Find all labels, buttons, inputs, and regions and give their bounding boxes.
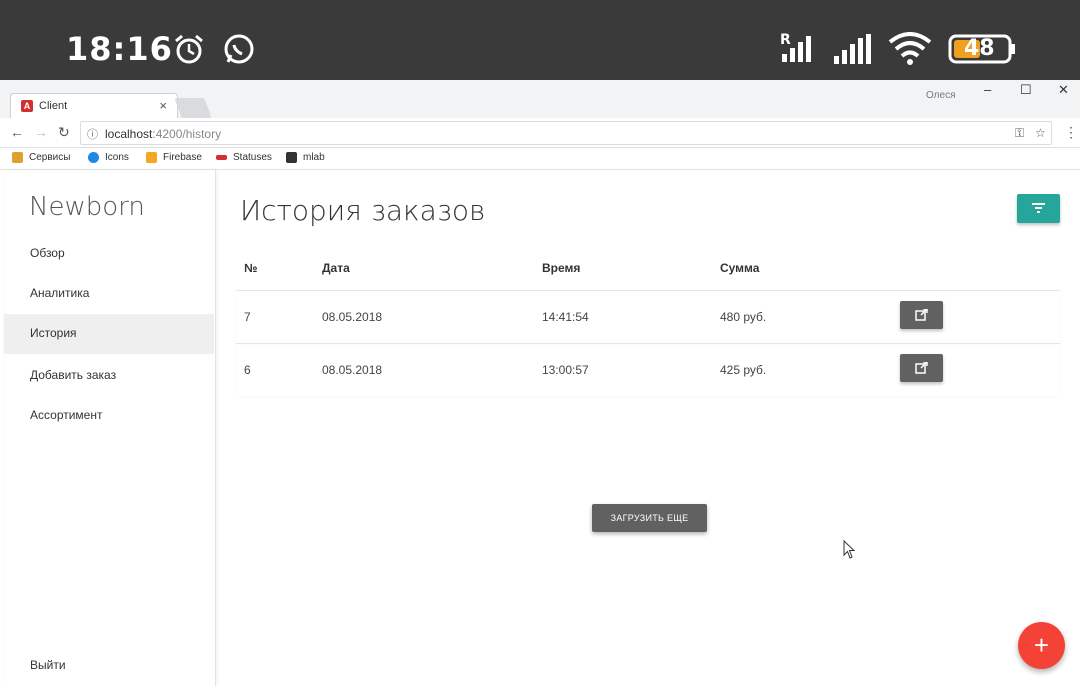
angular-icon: A [21,100,33,112]
tab-title: Client [39,100,68,112]
key-icon[interactable]: ⚿ [1015,126,1024,141]
bookmark-label: Statuses [233,152,272,163]
order-date: 08.05.2018 [314,289,534,343]
add-order-fab[interactable]: + [1018,622,1065,669]
star-icon[interactable]: ☆ [1035,126,1046,140]
sidebar-item-assortment[interactable]: Ассортимент [4,396,214,436]
order-number: 7 [236,289,314,343]
circle-icon [88,152,99,163]
order-time: 14:41:54 [534,289,712,343]
app-root: Newborn Обзор Аналитика История Добавить… [0,170,1080,686]
tab-strip: A Client × Олеся – ☐ ✕ [0,80,1080,119]
order-number: 6 [236,342,314,396]
filter-button[interactable] [1017,194,1060,223]
reload-icon[interactable]: ↻ [58,124,70,141]
brand-logo: Newborn [29,192,145,222]
table-row: 7 08.05.2018 14:41:54 480 руб. [236,289,1060,343]
orders-table: № Дата Время Сумма 7 08.05.2018 14:41:54… [236,246,1060,396]
bookmark-services[interactable]: Сервисы [12,152,70,163]
http-icon [216,155,227,160]
main-content: История заказов № Дата Время Сумма 7 08.… [216,170,1080,686]
open-in-new-icon [915,362,928,374]
page-title: История заказов [240,194,486,227]
bookmark-label: Icons [105,152,129,163]
bookmark-label: Сервисы [29,152,71,163]
column-header-sum: Сумма [720,260,760,275]
phone-status-bar: 18:16 R 48 [0,0,1080,80]
whatsapp-icon [222,32,256,71]
url-path: :4200/history [152,127,222,141]
column-header-number: № [244,260,258,275]
mlab-icon [286,152,297,163]
address-bar: ← → ↻ ⓘ localhost:4200/history ⚿ ☆ ⋮ [0,118,1080,148]
browser-tab[interactable]: A Client × [10,93,178,119]
sidebar-item-overview[interactable]: Обзор [4,234,214,274]
logout-link[interactable]: Выйти [30,658,66,672]
battery-level: 48 [964,36,995,61]
sidebar: Newborn Обзор Аналитика История Добавить… [4,170,216,686]
forward-icon[interactable]: → [34,124,48,140]
bookmark-label: Firebase [163,152,202,163]
order-actions [892,289,1060,343]
filter-icon [1032,203,1045,213]
browser-window: A Client × Олеся – ☐ ✕ ← → ↻ ⓘ localhost… [0,80,1080,686]
bookmarks-bar: Сервисы Icons Firebase Statuses mlab [0,148,1080,170]
info-icon[interactable]: ⓘ [87,126,98,142]
open-order-button[interactable] [900,301,943,329]
table-row: 6 08.05.2018 13:00:57 425 руб. [236,342,1060,396]
open-order-button[interactable] [900,354,943,383]
url-text: localhost:4200/history [105,127,221,141]
new-tab-button[interactable] [174,98,212,118]
alarm-icon [172,32,206,71]
open-in-new-icon [915,309,928,321]
signal-label: R [780,32,791,48]
load-more-button[interactable]: ЗАГРУЗИТЬ ЕЩЕ [592,504,707,532]
url-host: localhost [105,127,153,141]
bookmark-statuses[interactable]: Statuses [216,152,272,163]
minimize-button[interactable]: – [984,82,991,97]
window-user: Олеся [926,90,956,101]
order-sum: 480 руб. [712,289,892,343]
mouse-cursor-icon [843,540,856,559]
order-time: 13:00:57 [534,342,712,396]
bookmark-firebase[interactable]: Firebase [146,152,202,163]
column-header-time: Время [542,260,581,275]
firebase-icon [146,152,157,163]
url-input[interactable]: ⓘ localhost:4200/history ⚿ ☆ [80,121,1052,145]
table-header-row: № Дата Время Сумма [236,246,1060,290]
order-sum: 425 руб. [712,342,892,396]
apps-icon [12,152,23,163]
signal-icon [832,32,876,71]
sidebar-item-analytics[interactable]: Аналитика [4,274,214,314]
bookmark-icons[interactable]: Icons [88,152,129,163]
wifi-icon [888,32,936,71]
close-window-button[interactable]: ✕ [1058,82,1069,98]
sidebar-item-history[interactable]: История [4,314,214,354]
sidebar-item-add-order[interactable]: Добавить заказ [4,356,214,396]
column-header-date: Дата [322,260,350,275]
status-time: 18:16 [66,30,173,68]
bookmark-label: mlab [303,152,325,163]
signal-r-icon: R [778,30,822,69]
back-icon[interactable]: ← [10,124,24,140]
order-date: 08.05.2018 [314,342,534,396]
maximize-button[interactable]: ☐ [1020,82,1032,98]
tab-close-icon[interactable]: × [159,98,167,113]
column-header-actions [892,246,1060,290]
bookmark-mlab[interactable]: mlab [286,152,325,163]
menu-icon[interactable]: ⋮ [1064,124,1078,141]
order-actions [892,342,1060,396]
